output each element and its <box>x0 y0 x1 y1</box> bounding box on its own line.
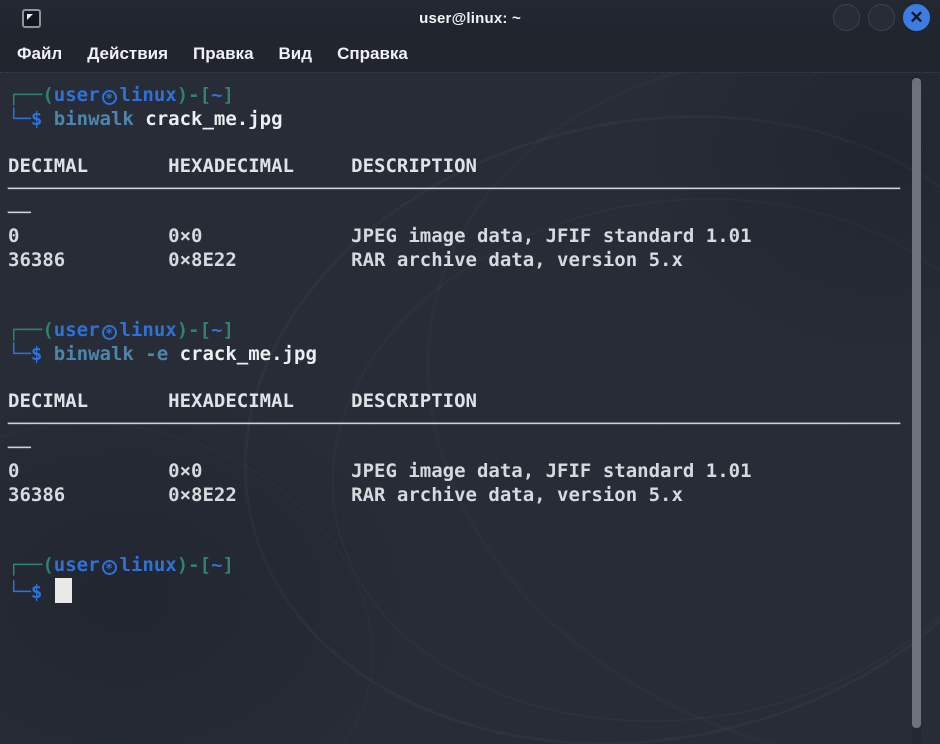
prompt-frame: ] <box>223 554 234 576</box>
command-line-2: └─$ binwalk -e crack_me.jpg <box>8 343 932 367</box>
column-header-description: DESCRIPTION <box>351 390 477 412</box>
prompt-user: user <box>54 554 100 576</box>
prompt-line-2: ┌──(user*linux)-[~] <box>8 319 932 343</box>
close-button[interactable]: ✕ <box>903 4 930 31</box>
blank-line <box>8 131 932 155</box>
command-argument: crack_me.jpg <box>180 343 317 365</box>
input-line[interactable]: └─$ <box>8 578 932 602</box>
menu-edit[interactable]: Правка <box>190 42 256 66</box>
prompt-frame: ┌──( <box>8 319 54 341</box>
blank-line <box>8 531 932 555</box>
cell-hexadecimal: 0×0 <box>168 460 351 484</box>
menu-help[interactable]: Справка <box>334 42 411 66</box>
prompt-frame: )-[ <box>177 84 211 106</box>
prompt-dollar: └─$ <box>8 581 54 603</box>
blank-line <box>8 366 932 390</box>
table-separator: ────────────────────────────────────────… <box>8 178 932 202</box>
cell-description: RAR archive data, version 5.x <box>351 484 683 506</box>
blank-line <box>8 296 932 320</box>
terminal-screen[interactable]: ┌──(user*linux)-[~] └─$ binwalk crack_me… <box>0 73 940 744</box>
prompt-line-1: ┌──(user*linux)-[~] <box>8 84 932 108</box>
column-header-hexadecimal: HEXADECIMAL <box>168 390 351 414</box>
cell-description: JPEG image data, JFIF standard 1.01 <box>351 225 751 247</box>
prompt-host: linux <box>120 319 177 341</box>
cell-decimal: 0 <box>8 225 168 249</box>
prompt-host: linux <box>120 554 177 576</box>
prompt-user: user <box>54 84 100 106</box>
cell-decimal: 36386 <box>8 484 168 508</box>
cell-description: RAR archive data, version 5.x <box>351 249 683 271</box>
command-line-1: └─$ binwalk crack_me.jpg <box>8 108 932 132</box>
cell-description: JPEG image data, JFIF standard 1.01 <box>351 460 751 482</box>
blank-line <box>8 507 932 531</box>
table-row: 363860×8E22RAR archive data, version 5.x <box>8 484 932 508</box>
prompt-path: ~ <box>211 554 222 576</box>
maximize-button[interactable] <box>868 4 895 31</box>
binwalk-table-header: DECIMALHEXADECIMALDESCRIPTION <box>8 155 932 179</box>
binwalk-table-header: DECIMALHEXADECIMALDESCRIPTION <box>8 390 932 414</box>
table-row: 00×0JPEG image data, JFIF standard 1.01 <box>8 460 932 484</box>
table-separator-wrap: ── <box>8 202 932 226</box>
table-separator: ────────────────────────────────────────… <box>8 413 932 437</box>
prompt-user: user <box>54 319 100 341</box>
prompt-frame: )-[ <box>177 554 211 576</box>
terminal-cursor <box>55 578 72 603</box>
prompt-frame: ┌──( <box>8 554 54 576</box>
cell-hexadecimal: 0×0 <box>168 225 351 249</box>
terminal-cursor-glyph-icon <box>27 14 33 20</box>
minimize-button[interactable] <box>833 4 860 31</box>
cell-hexadecimal: 0×8E22 <box>168 249 351 273</box>
table-row: 363860×8E22RAR archive data, version 5.x <box>8 249 932 273</box>
command-text: binwalk -e <box>54 343 180 365</box>
cell-hexadecimal: 0×8E22 <box>168 484 351 508</box>
prompt-dollar: └─$ <box>8 108 54 130</box>
window-controls: ✕ <box>833 4 930 31</box>
blank-line <box>8 272 932 296</box>
table-row: 00×0JPEG image data, JFIF standard 1.01 <box>8 225 932 249</box>
kali-at-icon: * <box>102 325 117 340</box>
kali-at-icon: * <box>102 90 117 105</box>
menu-view[interactable]: Вид <box>276 42 316 66</box>
title-bar: user@linux: ~ ✕ <box>0 0 940 36</box>
column-header-decimal: DECIMAL <box>8 155 168 179</box>
prompt-dollar: └─$ <box>8 343 54 365</box>
cell-decimal: 36386 <box>8 249 168 273</box>
scrollbar-thumb[interactable] <box>912 78 921 728</box>
column-header-hexadecimal: HEXADECIMAL <box>168 155 351 179</box>
prompt-path: ~ <box>211 319 222 341</box>
menu-file[interactable]: Файл <box>14 42 65 66</box>
prompt-frame: ] <box>223 319 234 341</box>
table-separator-wrap: ── <box>8 437 932 461</box>
cell-decimal: 0 <box>8 460 168 484</box>
close-icon: ✕ <box>909 9 923 26</box>
menu-actions[interactable]: Действия <box>84 42 171 66</box>
prompt-host: linux <box>120 84 177 106</box>
command-argument: crack_me.jpg <box>145 108 282 130</box>
scrollbar-track[interactable] <box>912 75 921 744</box>
window-title: user@linux: ~ <box>419 10 521 27</box>
terminal-app-icon <box>22 9 41 28</box>
menu-bar: Файл Действия Правка Вид Справка <box>0 36 940 73</box>
prompt-line-3: ┌──(user*linux)-[~] <box>8 554 932 578</box>
prompt-frame: ┌──( <box>8 84 54 106</box>
column-header-description: DESCRIPTION <box>351 155 477 177</box>
command-text: binwalk <box>54 108 146 130</box>
column-header-decimal: DECIMAL <box>8 390 168 414</box>
prompt-path: ~ <box>211 84 222 106</box>
kali-at-icon: * <box>102 560 117 575</box>
prompt-frame: ] <box>223 84 234 106</box>
prompt-frame: )-[ <box>177 319 211 341</box>
